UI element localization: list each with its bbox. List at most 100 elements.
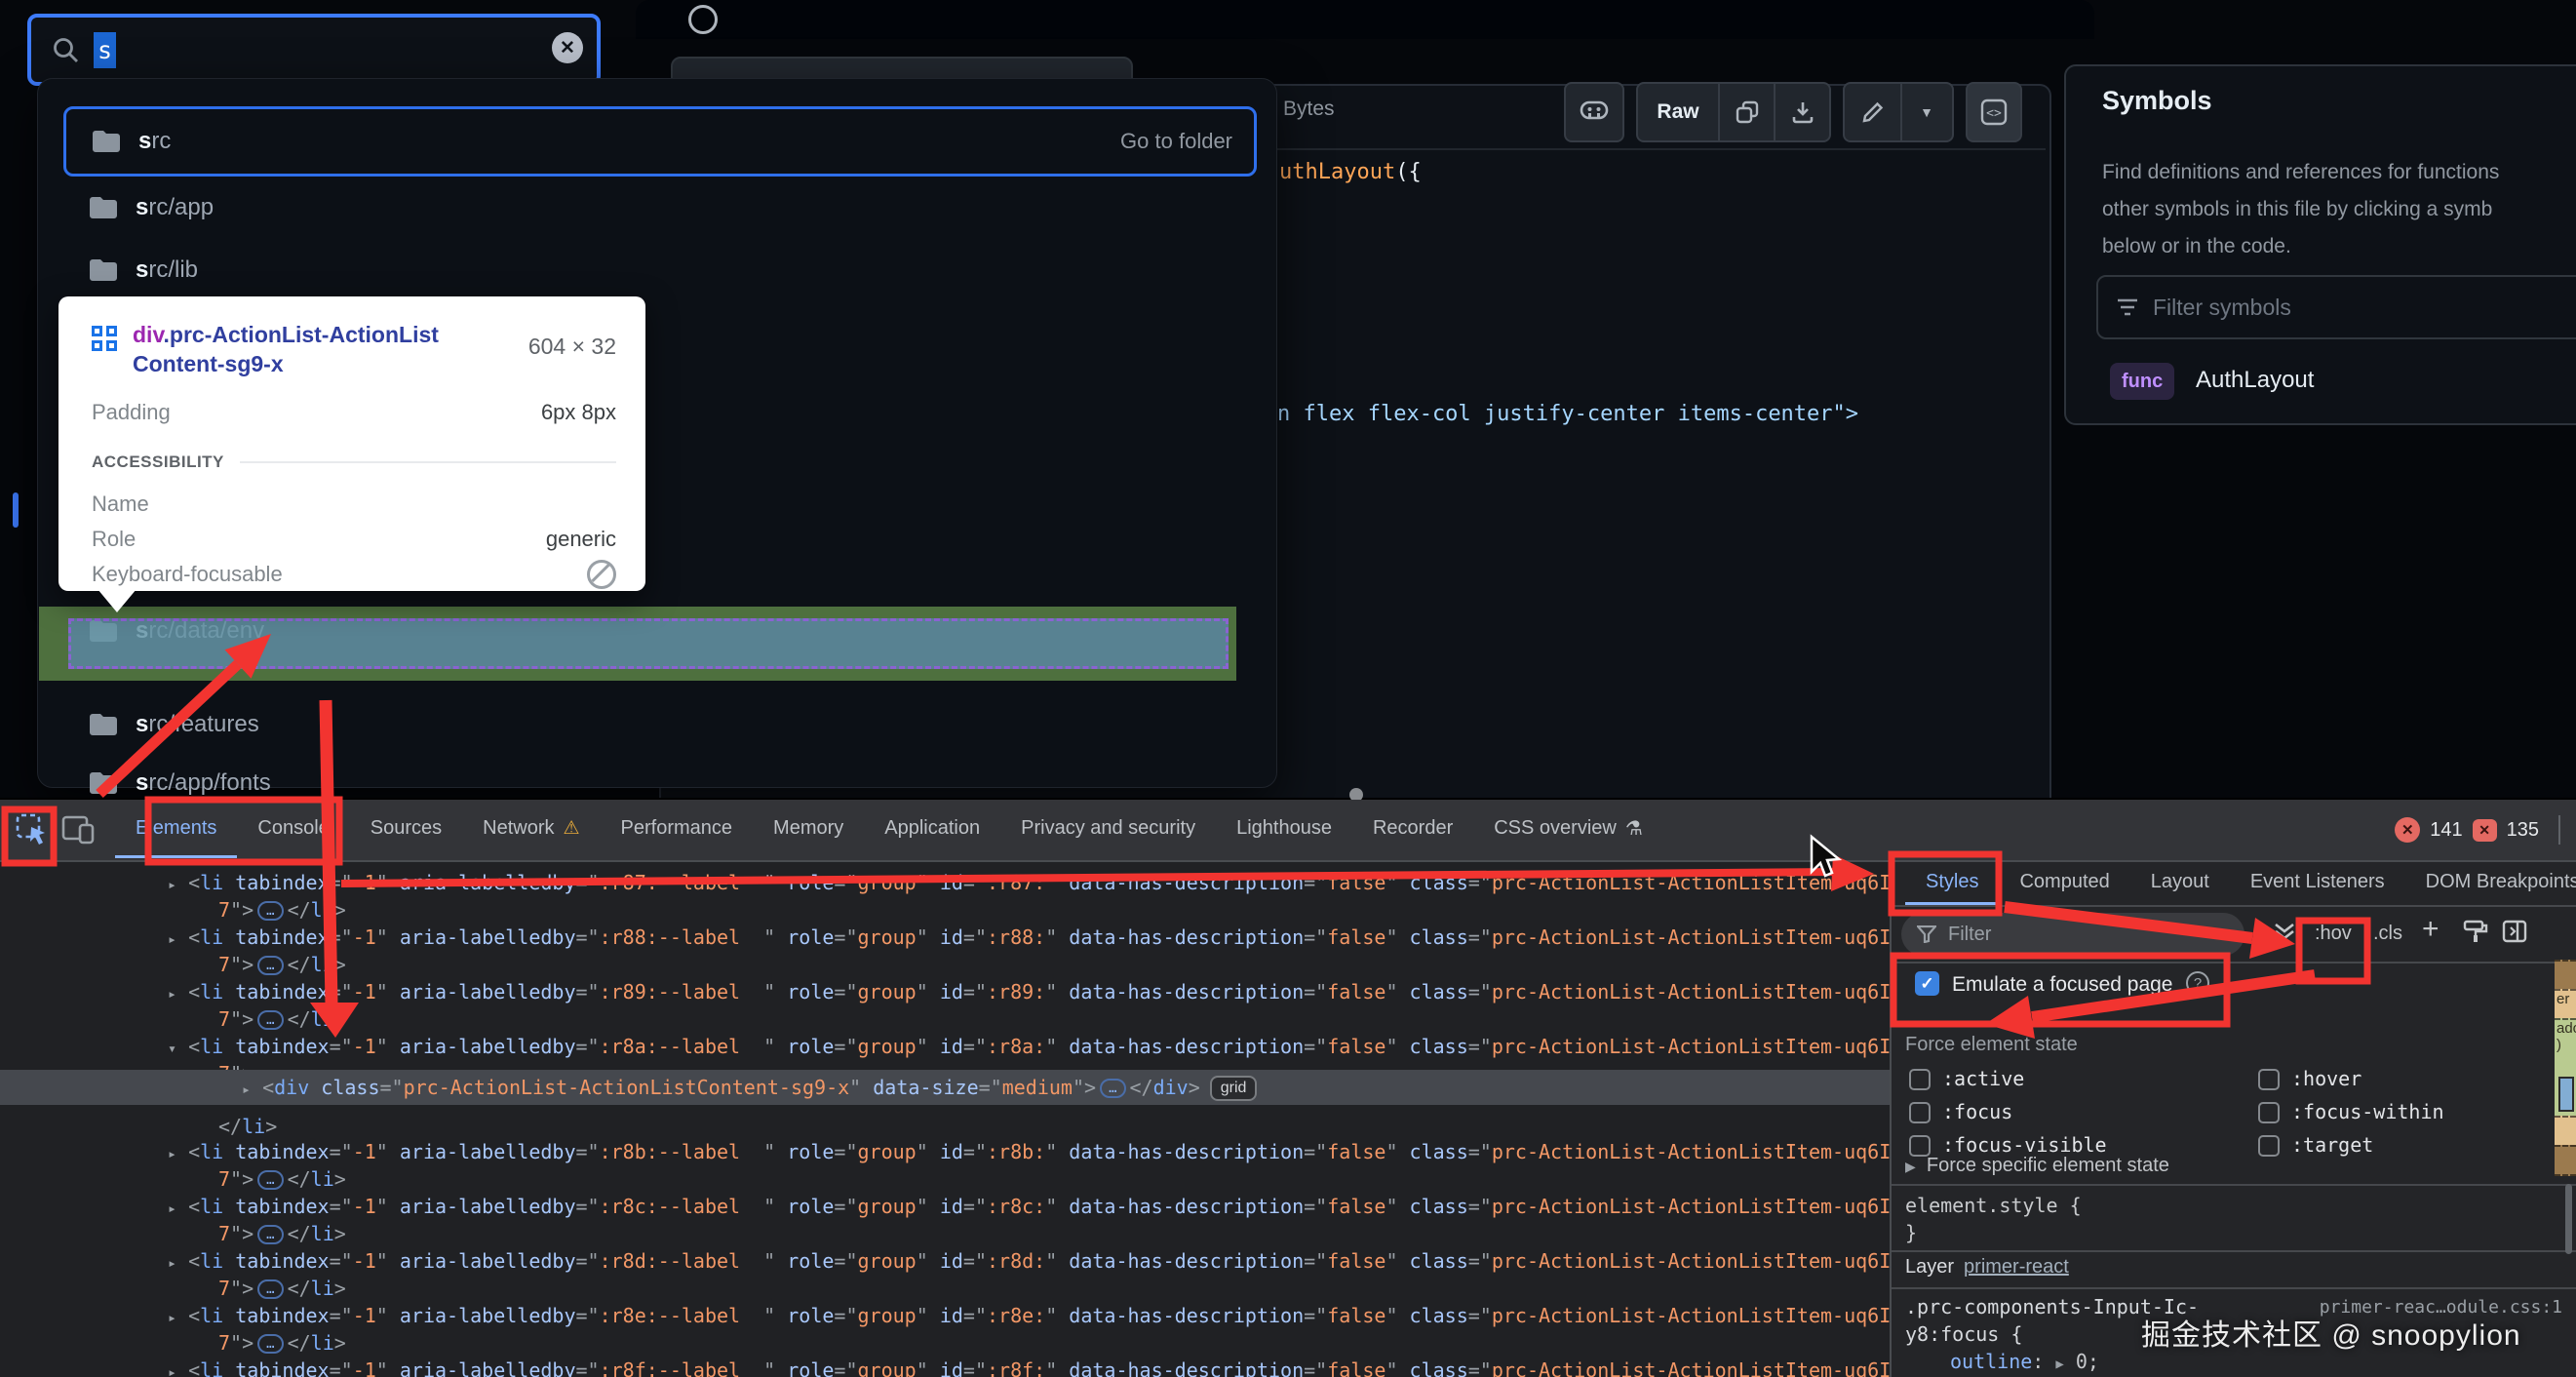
pseudo-checkbox-target[interactable]: [2258, 1135, 2280, 1157]
devtools-tab-performance[interactable]: Performance: [601, 802, 754, 858]
folder-icon: [90, 259, 117, 281]
sidebar-tab-event-listeners[interactable]: Event Listeners: [2230, 862, 2405, 905]
grid-badge[interactable]: grid: [1209, 1076, 1258, 1101]
sidebar-tab-computed[interactable]: Computed: [1999, 862, 2129, 905]
dom-node-open-r8c[interactable]: ▸ <li tabindex="-1" aria-labelledby=":r8…: [168, 1193, 1890, 1222]
expander-icon[interactable]: ▸: [168, 1200, 176, 1217]
download-button[interactable]: [1776, 100, 1829, 124]
dom-node-open-r8a[interactable]: ▾ <li tabindex="-1" aria-labelledby=":r8…: [168, 1033, 1890, 1062]
issues-badge-icon[interactable]: ✕: [2472, 818, 2497, 842]
pseudo-checkbox-active[interactable]: [1909, 1069, 1931, 1090]
show-all-chevron-icon[interactable]: [2272, 919, 2297, 950]
dom-node-open-r8f[interactable]: ▸ <li tabindex="-1" aria-labelledby=":r8…: [168, 1357, 1890, 1377]
inspect-element-button[interactable]: [14, 811, 51, 853]
file-result-src[interactable]: src Go to folder: [63, 106, 1257, 177]
sidebar-tab-styles[interactable]: Styles: [1905, 862, 2000, 905]
scrollbar-thumb[interactable]: [2565, 1184, 2572, 1254]
rule-selector-line2: y8:focus {: [1905, 1322, 2023, 1346]
file-result-src-lib[interactable]: src/lib: [63, 243, 1251, 297]
copilot-button[interactable]: [1564, 82, 1624, 142]
dom-node-open-r89[interactable]: ▸ <li tabindex="-1" aria-labelledby=":r8…: [168, 978, 1890, 1007]
dom-node-open-r8b[interactable]: ▸ <li tabindex="-1" aria-labelledby=":r8…: [168, 1138, 1890, 1167]
copy-raw-button[interactable]: [1720, 100, 1774, 124]
layer-link[interactable]: primer-react: [1964, 1256, 2069, 1278]
pseudo-checkbox-focus-within[interactable]: [2258, 1102, 2280, 1123]
expander-icon[interactable]: ▸: [168, 876, 176, 893]
inline-expand-button[interactable]: …: [257, 1170, 284, 1190]
watermark-text: 掘金技术社区 @ snoopylion: [2141, 1319, 2521, 1352]
paint-icon[interactable]: [2463, 919, 2488, 950]
toggle-class-button[interactable]: .cls: [2373, 923, 2402, 945]
force-specific-state-toggle[interactable]: ▶ Force specific element state: [1905, 1155, 2169, 1177]
devtools-tab-application[interactable]: Application: [864, 802, 1000, 858]
dom-node-wrap-close[interactable]: 7">… </li>: [218, 896, 346, 924]
sidebar-tab-layout[interactable]: Layout: [2130, 862, 2230, 905]
dom-node-wrap-close[interactable]: 7">… </li>: [218, 1220, 346, 1247]
error-count[interactable]: 141: [2430, 819, 2462, 842]
error-badge-icon[interactable]: ✕: [2395, 817, 2421, 843]
filter-symbols-input[interactable]: Filter symbols: [2096, 275, 2576, 339]
inline-expand-button[interactable]: …: [257, 1010, 284, 1030]
rule-outline-declaration[interactable]: outline: ▶ 0;: [1950, 1350, 2099, 1373]
device-toolbar-button[interactable]: [60, 813, 96, 851]
dom-node-close[interactable]: </li>: [218, 1113, 277, 1140]
symbol-item-authlayout[interactable]: AuthLayout: [2196, 367, 2314, 394]
dom-node-selected-div[interactable]: ▸ <div class="prc-ActionList-ActionListC…: [242, 1074, 1258, 1103]
raw-button[interactable]: Raw: [1638, 100, 1718, 124]
inline-expand-button[interactable]: …: [257, 1334, 284, 1354]
expander-icon[interactable]: ▸: [242, 1081, 251, 1098]
help-icon[interactable]: ?: [2186, 971, 2209, 995]
dom-node-open-r8e[interactable]: ▸ <li tabindex="-1" aria-labelledby=":r8…: [168, 1302, 1890, 1331]
dom-node-wrap-close[interactable]: 7">… </li>: [218, 1165, 346, 1193]
inline-expand-button[interactable]: …: [257, 956, 284, 975]
dom-node-wrap-close[interactable]: 7">… </li>: [218, 951, 346, 978]
go-to-file-search-input[interactable]: s ✕: [27, 14, 601, 86]
sidebar-panel-icon[interactable]: [2502, 919, 2527, 950]
dom-node-open-r8d[interactable]: ▸ <li tabindex="-1" aria-labelledby=":r8…: [168, 1247, 1890, 1277]
expander-icon[interactable]: ▾: [168, 1040, 176, 1057]
expander-icon[interactable]: ▸: [168, 1309, 176, 1326]
expander-icon[interactable]: ▸: [168, 1254, 176, 1272]
file-result-src-features[interactable]: src/features: [63, 697, 1251, 752]
inline-expand-button[interactable]: …: [257, 1279, 284, 1299]
dom-node-wrap-close[interactable]: 7">… </li>: [218, 1005, 346, 1033]
devtools-tab-sources[interactable]: Sources: [350, 802, 462, 858]
styles-filter-input[interactable]: Filter: [1901, 913, 2244, 956]
tooltip-element-title: div.prc-ActionList-ActionList Content-sg…: [133, 322, 439, 376]
issue-count[interactable]: 135: [2507, 819, 2539, 842]
devtools-tab-css-overview[interactable]: CSS overview ⚗: [1473, 802, 1663, 858]
pseudo-checkbox-hover[interactable]: [2258, 1069, 2280, 1090]
search-value-selected: s: [94, 31, 117, 68]
devtools-tab-privacy-and-security[interactable]: Privacy and security: [1000, 802, 1216, 858]
file-result-src-app[interactable]: src/app: [63, 180, 1251, 235]
expander-icon[interactable]: ▸: [168, 985, 176, 1003]
edit-dropdown-button[interactable]: ▼: [1902, 104, 1951, 120]
emulate-focused-page-checkbox[interactable]: ✓: [1915, 971, 1939, 996]
devtools-tab-elements[interactable]: Elements: [115, 802, 238, 858]
edit-button[interactable]: [1846, 100, 1900, 124]
toggle-element-state-button[interactable]: :hov: [2315, 923, 2352, 945]
expander-icon[interactable]: ▸: [168, 930, 176, 948]
dom-node-wrap-close[interactable]: 7">… </li>: [218, 1275, 346, 1302]
inline-expand-button[interactable]: …: [257, 901, 284, 921]
devtools-tab-recorder[interactable]: Recorder: [1352, 802, 1473, 858]
code-view-toggle-button[interactable]: <>: [1966, 82, 2022, 142]
devtools-tab-network[interactable]: Network ⚠: [462, 802, 600, 858]
devtools-tab-memory[interactable]: Memory: [753, 802, 864, 858]
dom-node-open-r87[interactable]: ▸ <li tabindex="-1" aria-labelledby=":r8…: [168, 869, 1890, 898]
pseudo-checkbox-focus[interactable]: [1909, 1102, 1931, 1123]
clear-search-button[interactable]: ✕: [552, 32, 583, 63]
sidebar-tab-dom-breakpoints[interactable]: DOM Breakpoints: [2405, 862, 2576, 905]
expander-icon[interactable]: ▸: [168, 1145, 176, 1162]
element-style-open[interactable]: element.style {: [1905, 1194, 2082, 1217]
inline-expand-button[interactable]: …: [1100, 1079, 1126, 1098]
dom-node-wrap-close[interactable]: 7">… </li>: [218, 1329, 346, 1357]
devtools-tab-console[interactable]: Console: [237, 802, 349, 858]
expander-icon[interactable]: ▸: [168, 1363, 176, 1377]
devtools-tab-lighthouse[interactable]: Lighthouse: [1216, 802, 1352, 858]
new-style-rule-button[interactable]: +: [2422, 913, 2439, 946]
inline-expand-button[interactable]: …: [257, 1225, 284, 1244]
pseudo-checkbox-focus-visible[interactable]: [1909, 1135, 1931, 1157]
elements-dom-tree[interactable]: ▸ <li tabindex="-1" aria-labelledby=":r8…: [0, 862, 1890, 1377]
dom-node-open-r88[interactable]: ▸ <li tabindex="-1" aria-labelledby=":r8…: [168, 924, 1890, 953]
